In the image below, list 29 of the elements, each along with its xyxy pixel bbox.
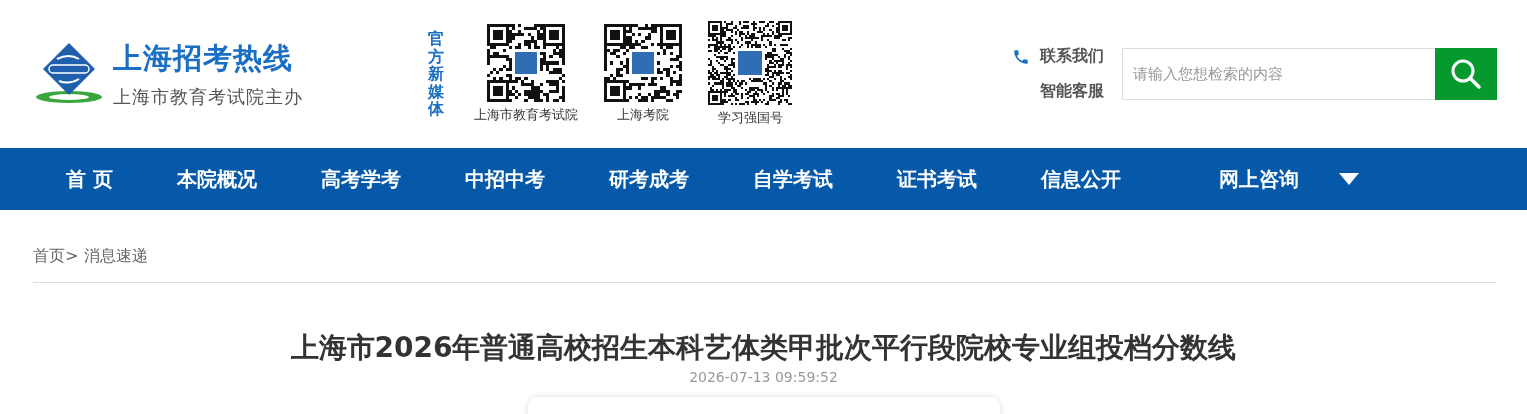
breadcrumb-link[interactable]: 首页>: [33, 246, 79, 267]
nav-item[interactable]: 网上咨询: [1218, 165, 1299, 193]
nav-item[interactable]: 本院概况: [176, 165, 257, 193]
qr-caption: 上海市教育考试院: [474, 106, 578, 124]
site-subtitle: 上海市教育考试院主办: [113, 85, 303, 109]
nav-item[interactable]: 证书考试: [896, 165, 977, 193]
nav-item[interactable]: 高考学考: [320, 165, 401, 193]
dropdown-icon[interactable]: [1338, 173, 1359, 185]
contact-link[interactable]: 联系我们: [1040, 46, 1104, 67]
nav-item[interactable]: 信息公开: [1040, 165, 1121, 193]
site-title: 上海招考热线: [113, 40, 294, 77]
qr-caption: 上海考院: [617, 106, 669, 124]
breadcrumb-current: 消息速递: [84, 246, 149, 267]
nav-item[interactable]: 中招中考: [464, 165, 545, 193]
article-title: 上海市2026年普通高校招生本科艺体类甲批次平行段院校专业组投档分数线: [290, 330, 1237, 366]
media-label: 官方新媒体: [428, 30, 444, 118]
qr-code-icon: [604, 24, 682, 102]
qr-code-icon: [708, 21, 792, 105]
phone-icon: [1012, 47, 1030, 66]
nav-item[interactable]: 自学考试: [752, 165, 833, 193]
search-field[interactable]: 请输入您想检索的内容: [1122, 48, 1435, 100]
service-link[interactable]: 智能客服: [1040, 81, 1104, 102]
qr-code-icon: [487, 24, 565, 102]
article-date: 2026-07-13 09:59:52: [689, 369, 838, 385]
search-button[interactable]: [1435, 48, 1497, 100]
qr-caption: 学习强国号: [717, 109, 783, 127]
nav-item[interactable]: 首 页: [66, 165, 113, 193]
nav-item[interactable]: 研考成考: [608, 165, 689, 193]
search-icon: [1450, 58, 1482, 90]
